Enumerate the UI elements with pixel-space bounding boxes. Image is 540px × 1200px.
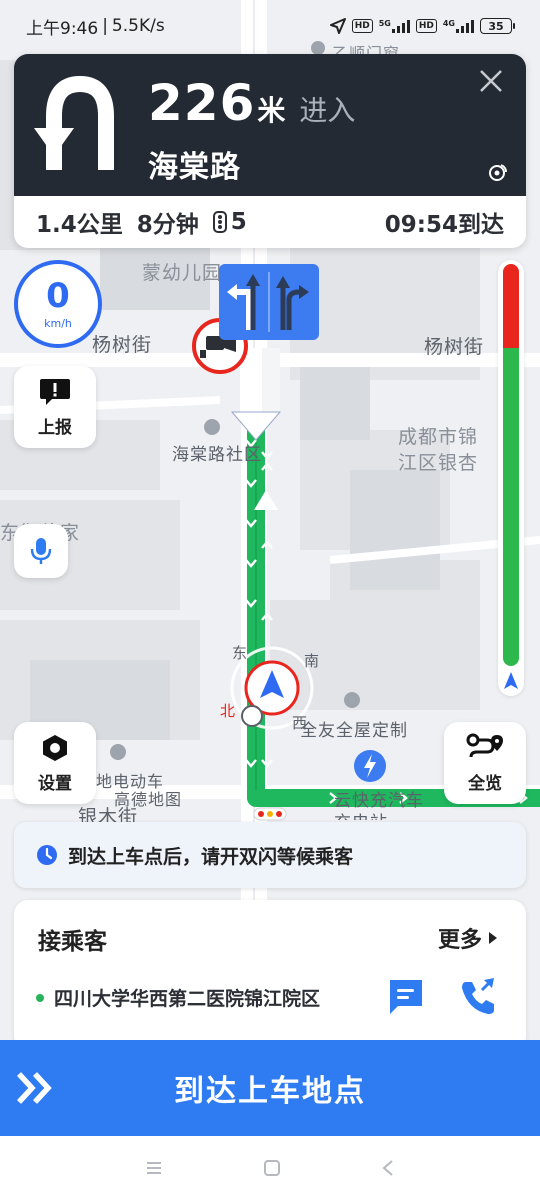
location-icon	[329, 18, 346, 34]
current-position-icon	[501, 671, 521, 691]
map-label-charge: 云快充汽车充电站	[334, 791, 424, 820]
system-nav-bar	[0, 1136, 540, 1200]
signal-icon-1	[391, 19, 410, 33]
net-type-2: 4G	[442, 19, 455, 28]
settings-label: 设置	[38, 773, 72, 794]
status-net-speed: 5.5K/s	[111, 16, 165, 36]
signal-icon-2	[456, 19, 474, 33]
compass-east: 东	[232, 644, 249, 662]
turn-distance: 226	[148, 74, 256, 132]
pickup-address-text: 四川大学华西第二医院锦江院区	[54, 988, 321, 1010]
compass-south: 南	[304, 652, 321, 670]
map-label-kindergarten: 蒙幼儿园	[142, 262, 223, 284]
status-time: 上午9:46	[26, 18, 99, 39]
overview-button[interactable]: 全览	[444, 722, 526, 804]
arrival-time: 09:54到达	[384, 212, 504, 238]
voice-input-button[interactable]	[14, 524, 68, 578]
route-overview-icon	[466, 733, 503, 757]
more-button[interactable]: 更多	[438, 922, 498, 954]
microphone-icon	[30, 538, 52, 564]
remaining-distance: 1.4公里	[36, 212, 123, 238]
home-icon[interactable]	[263, 1159, 281, 1177]
hd-badge-1: HD	[351, 19, 373, 33]
more-label: 更多	[437, 928, 482, 953]
map-label-street-right: 杨树街	[424, 336, 485, 358]
report-label: 上报	[38, 417, 72, 438]
speed-value: 0	[46, 275, 70, 316]
clock-icon	[37, 845, 57, 865]
message-button[interactable]	[386, 976, 426, 1016]
status-bar: 上午9:46 | 5.5K/s HD 5G HD 4G 35	[0, 0, 540, 52]
map-label-community: 海棠路社区	[172, 445, 262, 465]
navigation-card: 226 米 进入 海棠路 1.4公里 8分钟 5 09:54到达	[14, 54, 526, 248]
overview-label: 全览	[468, 773, 502, 794]
report-icon	[40, 378, 70, 405]
turn-action: 进入	[299, 94, 356, 127]
back-icon[interactable]	[381, 1159, 395, 1177]
tip-text: 到达上车点后，请开双闪等候乘客	[68, 845, 354, 868]
trip-summary: 1.4公里 8分钟 5 09:54到达	[14, 196, 526, 248]
lane-guidance	[219, 264, 319, 340]
navigation-instruction: 226 米 进入 海棠路	[14, 54, 526, 196]
settings-button[interactable]: 设置	[14, 722, 96, 804]
turn-distance-unit: 米	[257, 94, 286, 127]
map-label-decor: 全友全屋定制	[300, 721, 408, 741]
traffic-light-icon	[212, 211, 227, 233]
traffic-light-count: 5	[230, 209, 247, 235]
speed-unit: km/h	[44, 316, 72, 330]
settings-hex-icon	[43, 734, 67, 761]
remaining-time: 8分钟	[136, 212, 199, 238]
traffic-smooth-segment	[503, 348, 519, 666]
compass-north: 北	[220, 702, 237, 720]
battery-level: 35	[488, 19, 504, 33]
close-navigation-button[interactable]	[476, 66, 506, 96]
passenger-card: 接乘客 更多 四川大学华西第二医院锦江院区	[14, 900, 526, 1050]
next-road-name: 海棠路	[148, 150, 241, 185]
traffic-congested-segment	[503, 264, 519, 348]
arrive-pickup-label: 到达上车地点	[174, 1074, 366, 1109]
pickup-address: 四川大学华西第二医院锦江院区	[36, 984, 356, 1011]
lane-arrows-icon	[227, 272, 309, 332]
tip-banner: 到达上车点后，请开双闪等候乘客	[14, 822, 526, 888]
passenger-card-title: 接乘客	[38, 929, 107, 955]
battery-icon: 35	[480, 18, 515, 34]
traffic-status-bar	[498, 260, 524, 696]
double-chevron-icon	[16, 1072, 52, 1104]
arrive-pickup-button[interactable]: 到达上车地点	[0, 1040, 540, 1136]
caret-right-icon	[489, 932, 497, 944]
speedometer: 0 km/h	[14, 260, 102, 348]
map-label-street-left: 杨树街	[92, 334, 153, 356]
compass-west: 西	[292, 714, 309, 732]
report-button[interactable]: 上报	[14, 366, 96, 448]
net-type-1: 5G	[378, 19, 391, 28]
map-label-school: 成都市锦江区银杏小学	[398, 426, 479, 474]
voice-broadcast-icon[interactable]	[488, 162, 508, 182]
menu-icon[interactable]	[145, 1160, 163, 1176]
u-turn-icon	[34, 75, 114, 170]
hd-badge-2: HD	[415, 19, 437, 33]
pickup-dot-icon	[36, 993, 44, 1002]
call-button[interactable]	[458, 976, 498, 1016]
